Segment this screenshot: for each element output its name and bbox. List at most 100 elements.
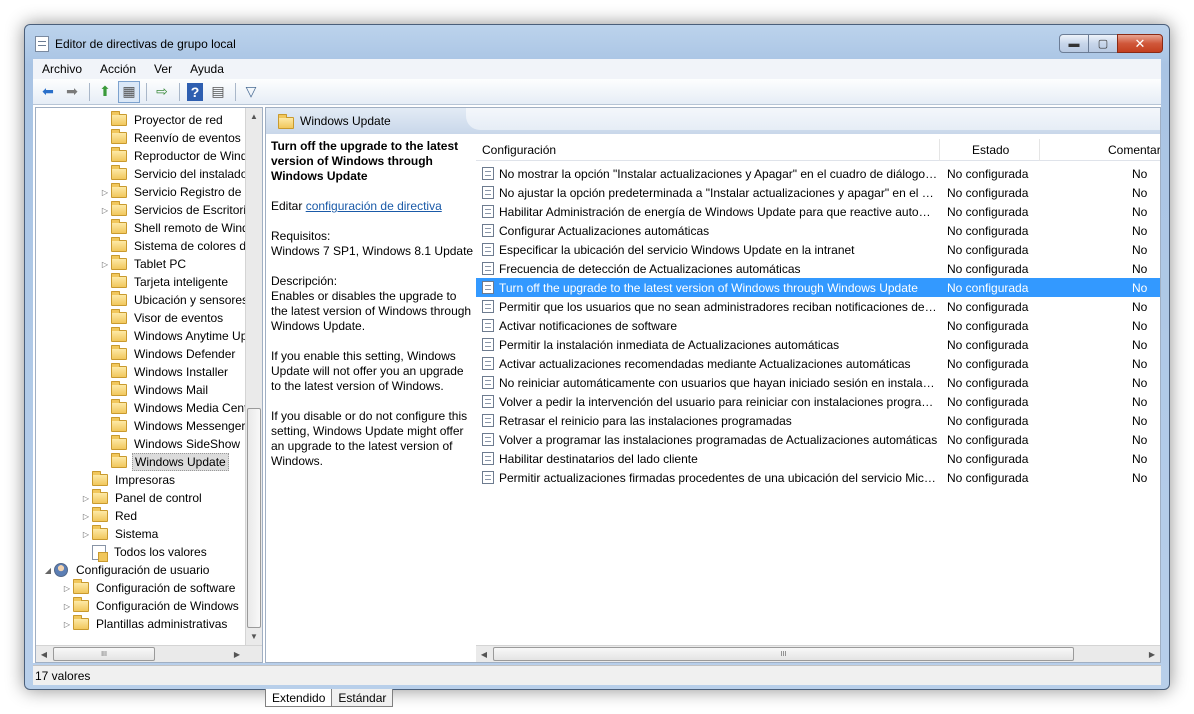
- tree-item[interactable]: Impresoras: [80, 471, 177, 489]
- policy-setting-icon: [482, 167, 494, 180]
- tree-item[interactable]: Windows Messenger: [99, 417, 245, 435]
- tree-item[interactable]: Servicio del instalador de Windows: [99, 165, 245, 183]
- scroll-up-arrow-icon[interactable]: ▲: [246, 108, 262, 125]
- scroll-right-arrow-icon[interactable]: ▶: [1144, 646, 1160, 662]
- table-row[interactable]: No reiniciar automáticamente con usuario…: [476, 373, 1160, 392]
- table-row[interactable]: Volver a pedir la intervención del usuar…: [476, 392, 1160, 411]
- show-hide-tree-icon[interactable]: ▦: [118, 80, 140, 103]
- table-row[interactable]: No mostrar la opción "Instalar actualiza…: [476, 164, 1160, 183]
- tree-item[interactable]: Ubicación y sensores: [99, 291, 245, 309]
- table-row[interactable]: Retrasar el reinicio para las instalacio…: [476, 411, 1160, 430]
- up-folder-icon[interactable]: ⬆: [94, 81, 116, 103]
- menu-ayuda[interactable]: Ayuda: [181, 62, 233, 76]
- tree-item[interactable]: Todos los valores: [80, 543, 209, 562]
- expand-arrow-icon[interactable]: ▷: [99, 206, 111, 215]
- table-row[interactable]: Permitir que los usuarios que no sean ad…: [476, 297, 1160, 316]
- tree-item[interactable]: ▷ Plantillas administrativas: [61, 615, 229, 633]
- tree-item[interactable]: ▷ Panel de control: [80, 489, 204, 507]
- policy-setting-icon: [482, 414, 494, 427]
- edit-policy-link[interactable]: configuración de directiva: [306, 199, 442, 213]
- tab-extendido[interactable]: Extendido: [265, 689, 333, 707]
- table-row[interactable]: Turn off the upgrade to the latest versi…: [476, 278, 1160, 297]
- scroll-down-arrow-icon[interactable]: ▼: [246, 628, 262, 645]
- expand-arrow-icon[interactable]: ▷: [99, 260, 111, 269]
- expand-arrow-icon[interactable]: ▷: [80, 530, 92, 539]
- tree-item[interactable]: ◢ Configuración de usuario: [42, 561, 211, 579]
- tree-item[interactable]: ▷ Tablet PC: [99, 255, 188, 273]
- expand-arrow-icon[interactable]: ▷: [61, 584, 73, 593]
- column-header-configuracion[interactable]: Configuración: [476, 139, 940, 161]
- tree-item[interactable]: ▷ Sistema: [80, 525, 160, 543]
- tab-estandar[interactable]: Estándar: [331, 689, 394, 707]
- tree-item[interactable]: Shell remoto de Windows: [99, 219, 245, 237]
- help-icon[interactable]: ?: [187, 82, 203, 101]
- filter-icon[interactable]: ▽: [240, 81, 262, 103]
- minimize-button[interactable]: ▬: [1059, 34, 1089, 53]
- tree-item[interactable]: Reenvío de eventos: [99, 129, 243, 147]
- setting-name: Configurar Actualizaciones automáticas: [499, 223, 710, 238]
- tree-item[interactable]: Windows Mail: [99, 381, 210, 399]
- menu-ver[interactable]: Ver: [145, 62, 181, 76]
- expand-arrow-icon[interactable]: ◢: [42, 566, 54, 575]
- setting-state: No configurada: [947, 299, 1029, 314]
- forward-arrow-icon[interactable]: ➡: [61, 81, 83, 103]
- table-row[interactable]: Activar notificaciones de software No con…: [476, 316, 1160, 335]
- table-row[interactable]: Especificar la ubicación del servicio Wi…: [476, 240, 1160, 259]
- expand-arrow-icon[interactable]: ▷: [61, 620, 73, 629]
- expand-arrow-icon[interactable]: ▷: [80, 494, 92, 503]
- table-row[interactable]: Permitir actualizaciones firmadas proced…: [476, 468, 1160, 487]
- tree-item[interactable]: Sistema de colores de Windows: [99, 237, 245, 255]
- scroll-left-arrow-icon[interactable]: ◀: [476, 646, 492, 662]
- column-header-comentario[interactable]: Comentario: [1040, 139, 1160, 161]
- tree-item[interactable]: Windows Media Center: [99, 399, 245, 417]
- column-header-estado[interactable]: Estado: [940, 139, 1040, 161]
- tree-item[interactable]: Windows Update: [99, 453, 229, 471]
- tree-item[interactable]: Visor de eventos: [99, 309, 225, 327]
- tree-item[interactable]: ▷ Servicio Registro de errores: [99, 183, 245, 201]
- tree-item[interactable]: Windows Anytime Upgrade: [99, 327, 245, 345]
- folder-icon: [111, 111, 127, 126]
- tree-item[interactable]: Reproductor de Windows Media: [99, 147, 245, 165]
- properties-icon[interactable]: ▤: [207, 81, 229, 103]
- table-row[interactable]: Permitir la instalación inmediata de Act…: [476, 335, 1160, 354]
- export-list-icon[interactable]: ⇨: [151, 81, 173, 103]
- tree-scroll-thumb[interactable]: [247, 408, 261, 628]
- title-bar[interactable]: Editor de directivas de grupo local ▬ ▢ …: [25, 25, 1169, 59]
- tree-item[interactable]: ▷ Red: [80, 507, 139, 525]
- tree-item[interactable]: Proyector de red: [99, 111, 225, 129]
- expand-arrow-icon[interactable]: ▷: [99, 188, 111, 197]
- table-row[interactable]: Habilitar Administración de energía de W…: [476, 202, 1160, 221]
- tree-item[interactable]: Tarjeta inteligente: [99, 273, 230, 291]
- back-arrow-icon[interactable]: ⬅: [37, 81, 59, 103]
- scroll-right-arrow-icon[interactable]: ▶: [229, 646, 245, 662]
- tree-item[interactable]: ▷ Configuración de Windows: [61, 597, 241, 615]
- tree-item[interactable]: Windows SideShow: [99, 435, 242, 453]
- tree-item[interactable]: Windows Installer: [99, 363, 230, 381]
- list-hscroll-thumb[interactable]: III: [493, 647, 1074, 661]
- toolbar-separator: [89, 82, 90, 101]
- tree-hscroll-thumb[interactable]: III: [53, 647, 155, 661]
- setting-name: Frecuencia de detección de Actualizacion…: [499, 261, 801, 276]
- table-row[interactable]: Frecuencia de detección de Actualizacion…: [476, 259, 1160, 278]
- setting-comment: No: [1132, 299, 1148, 314]
- table-row[interactable]: Activar actualizaciones recomendadas med…: [476, 354, 1160, 373]
- tree-vertical-scrollbar[interactable]: ▲ ▼: [245, 108, 262, 645]
- scroll-left-arrow-icon[interactable]: ◀: [36, 646, 52, 662]
- menu-accion[interactable]: Acción: [91, 62, 145, 76]
- expand-arrow-icon[interactable]: ▷: [61, 602, 73, 611]
- table-row[interactable]: Volver a programar las instalaciones pro…: [476, 430, 1160, 449]
- status-text: 17 valores: [35, 668, 91, 683]
- folder-icon: [92, 489, 108, 504]
- tree-item[interactable]: ▷ Configuración de software: [61, 579, 237, 597]
- tree-horizontal-scrollbar[interactable]: ◀ III ▶: [36, 645, 262, 662]
- expand-arrow-icon[interactable]: ▷: [80, 512, 92, 521]
- maximize-button[interactable]: ▢: [1088, 34, 1118, 53]
- table-row[interactable]: Configurar Actualizaciones automáticas No…: [476, 221, 1160, 240]
- tree-item[interactable]: Windows Defender: [99, 345, 237, 363]
- close-button[interactable]: ✕: [1117, 34, 1163, 53]
- list-horizontal-scrollbar[interactable]: ◀ III ▶: [476, 645, 1160, 662]
- menu-archivo[interactable]: Archivo: [33, 62, 91, 76]
- table-row[interactable]: Habilitar destinatarios del lado cliente…: [476, 449, 1160, 468]
- tree-item[interactable]: ▷ Servicios de Escritorio remoto: [99, 201, 245, 219]
- table-row[interactable]: No ajustar la opción predeterminada a "I…: [476, 183, 1160, 202]
